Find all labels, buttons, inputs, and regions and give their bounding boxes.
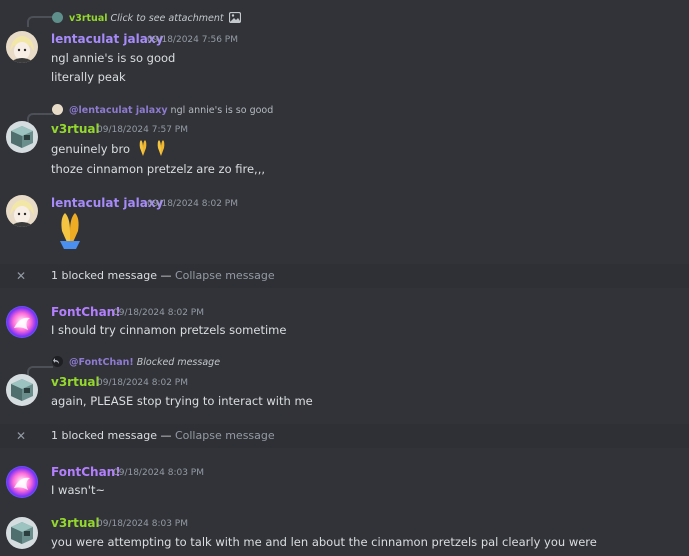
blocked-message-text: 1 blocked message — Collapse message [51,269,275,282]
reply-preview[interactable]: @FontChan! Blocked message [52,356,220,368]
username[interactable]: v3rtual [51,516,100,530]
reply-arrow-icon [52,356,63,367]
timestamp: 09/18/2024 7:57 PM [97,125,188,135]
collapse-message-link[interactable]: Collapse message [175,269,275,282]
reply-author[interactable]: @lentaculat jalaxy [69,105,167,116]
reply-author[interactable]: @FontChan! [69,357,134,368]
message-line: ngl annie's is so good [51,51,176,65]
message-line: again, PLEASE stop trying to interact wi… [51,394,313,408]
avatar[interactable] [6,195,38,227]
timestamp: 09/18/2024 8:03 PM [97,519,188,529]
message-line: literally peak [51,70,126,84]
message-text: genuinely bro [51,142,130,156]
v3rtual-mini-avatar [52,12,63,23]
avatar[interactable] [6,121,38,153]
close-icon[interactable]: ✕ [16,429,26,443]
username[interactable]: v3rtual [51,375,100,389]
timestamp: 09/18/2024 8:02 PM [147,199,238,209]
reply-preview[interactable]: v3rtual Click to see attachment [52,11,241,26]
blocked-message-text: 1 blocked message — Collapse message [51,429,275,442]
folded-hands-emoji [134,139,152,160]
lentaculat-mini-avatar [52,104,63,115]
reply-preview[interactable]: @lentaculat jalaxy ngl annie's is so goo… [52,104,273,116]
avatar[interactable] [6,517,38,549]
reply-text[interactable]: Click to see attachment [111,13,224,24]
username[interactable]: FontChan! [51,305,121,319]
reply-author[interactable]: v3rtual [69,13,107,24]
username[interactable]: FontChan! [51,465,121,479]
image-icon [228,11,241,26]
close-icon[interactable]: ✕ [16,269,26,283]
message-line: I wasn't~ [51,483,106,497]
timestamp: 09/18/2024 7:56 PM [147,35,238,45]
timestamp: 09/18/2024 8:03 PM [113,468,204,478]
collapse-message-link[interactable]: Collapse message [175,429,275,442]
folded-hands-emoji [152,139,170,160]
reply-text[interactable]: ngl annie's is so good [171,105,274,116]
blocked-label: 1 blocked message — [51,429,172,442]
message-line: I should try cinnamon pretzels sometime [51,323,287,337]
message-line: genuinely bro [51,139,170,160]
message-line: you were attempting to talk with me and … [51,535,597,549]
blocked-label: 1 blocked message — [51,269,172,282]
reply-text[interactable]: Blocked message [137,357,220,368]
avatar[interactable] [6,306,38,338]
message-line: thoze cinnamon pretzelz are zo fire,,, [51,162,266,176]
reply-spine [27,366,53,377]
timestamp: 09/18/2024 8:02 PM [113,308,204,318]
folded-hands-emoji [50,211,90,254]
timestamp: 09/18/2024 8:02 PM [97,378,188,388]
avatar[interactable] [6,466,38,498]
reply-spine [27,16,53,27]
avatar[interactable] [6,31,38,63]
username[interactable]: v3rtual [51,122,100,136]
reply-spine [27,113,53,124]
avatar[interactable] [6,374,38,406]
